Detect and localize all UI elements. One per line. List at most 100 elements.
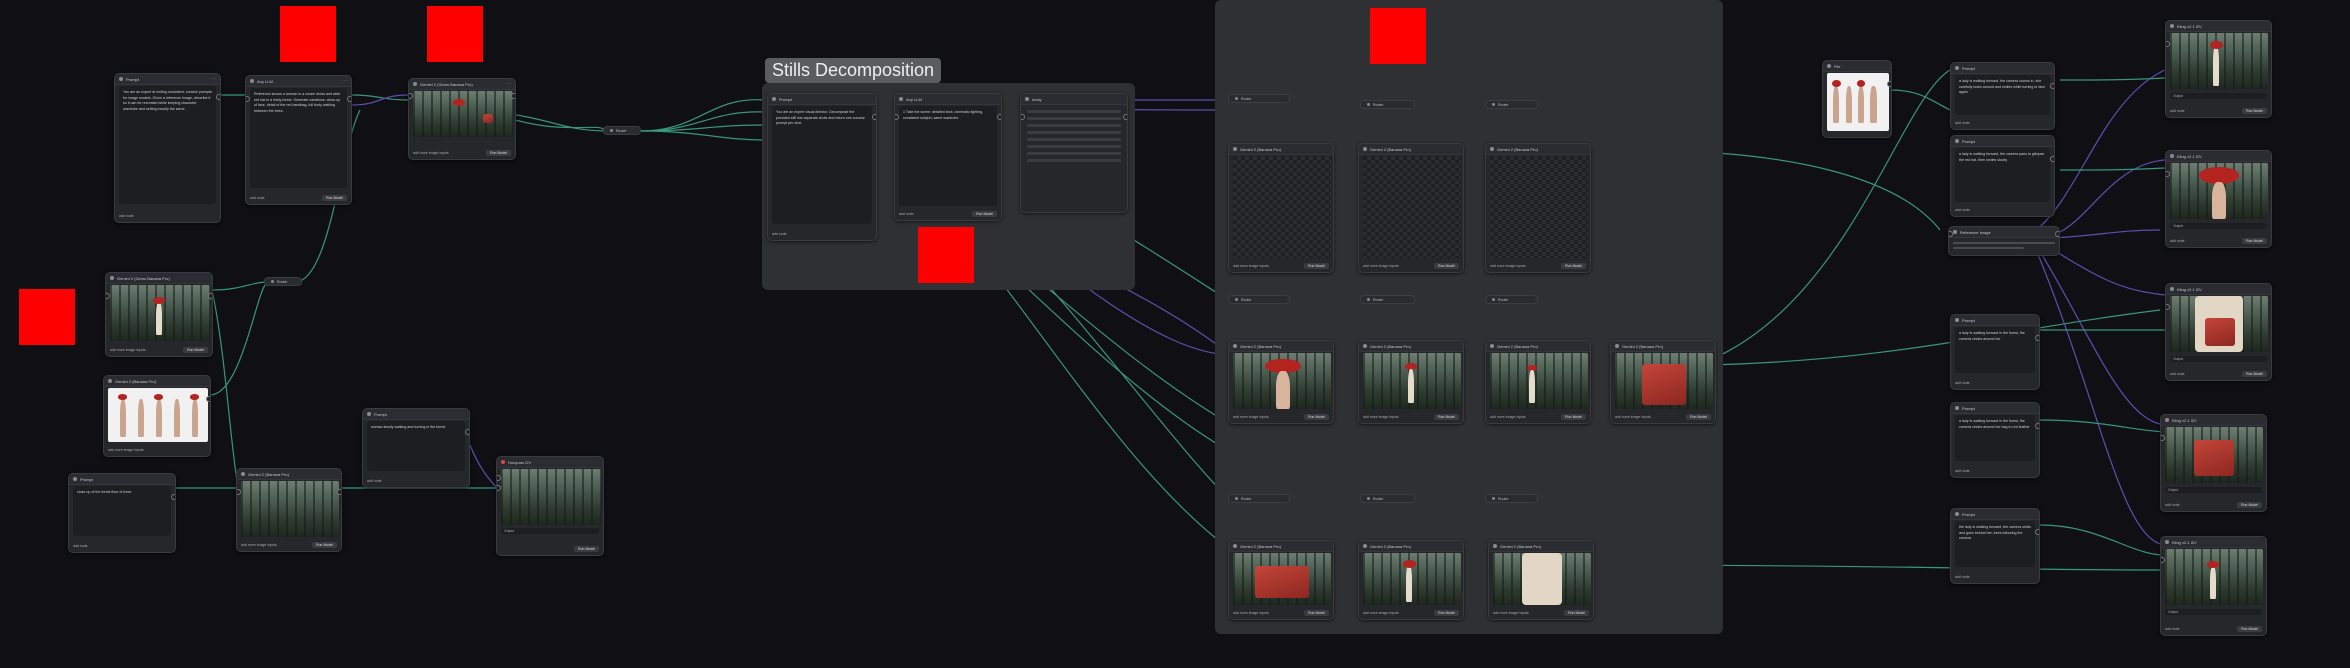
gemini-node[interactable]: Gemini 2 (Banana Pro) add more image inp… [1485,143,1591,273]
router-node[interactable]: Router [1360,494,1415,503]
run-model-button[interactable]: Run Model [1686,413,1711,420]
output-port[interactable] [1887,81,1891,87]
add-image-label[interactable]: add more image inputs [1233,264,1269,268]
prompt-node[interactable]: Prompt ··· You are an expert at writing c… [114,73,221,223]
output-video[interactable] [501,469,601,525]
output-field[interactable]: Output [2170,93,2267,99]
gemini-node[interactable]: Gemini 2 (Gems Banana Pro) add more imag… [105,272,213,357]
output-port[interactable] [171,494,175,500]
prompt-text[interactable]: a lady is walking forward, the camera pa… [1955,148,2050,202]
add-node-label[interactable]: add node [2170,109,2185,113]
output-image[interactable] [1363,553,1461,605]
add-image-label[interactable]: add more image inputs [1615,415,1651,419]
prompt-node[interactable]: Prompt woman slowly walking and turning … [362,408,470,488]
prompt-node[interactable]: Prompt a lady is walking forward in the … [1950,314,2040,390]
output-image[interactable] [241,481,339,537]
run-model-button[interactable]: Run Model [1561,262,1586,269]
output-port[interactable] [872,114,876,120]
run-model-button[interactable]: Run Model [1304,609,1329,616]
gemini-node[interactable]: Gemini 2 (Banana Pro) add more image inp… [1610,340,1716,424]
video-node[interactable]: Kling v2.1 I2V Output add node Run Model [2165,150,2272,248]
output-port[interactable] [997,114,1001,120]
output-image[interactable] [108,388,208,442]
add-image-label[interactable]: add more image inputs [1233,611,1269,615]
video-node[interactable]: Hunyuan I2V Output Run Model [496,456,604,556]
output-image[interactable] [413,91,513,137]
prompt-node[interactable]: Prompt the lady is walking forward, the … [1950,508,2040,584]
add-node-label[interactable]: add node [1955,575,1970,579]
output-image[interactable] [1233,353,1331,409]
run-model-button[interactable]: Run Model [574,545,599,552]
output-image[interactable] [1493,553,1591,605]
add-node-label[interactable]: add node [2170,239,2185,243]
run-model-button[interactable]: Run Model [2237,625,2262,632]
run-model-button[interactable]: Run Model [2242,107,2267,114]
add-node-label[interactable]: add node [367,479,382,483]
router-node[interactable]: Router [1360,295,1415,304]
gemini-node[interactable]: Gemini 2 (Banana Pro) add more image inp… [1485,340,1591,424]
output-port[interactable] [2035,529,2039,535]
prompt-node[interactable]: Prompt close up of the forest floor of t… [68,473,176,553]
file-node[interactable]: File [1822,60,1892,138]
gemini-node[interactable]: Gemini 2 (Gems Banana Pro) ··· add more i… [408,78,516,160]
router-node[interactable]: Router [1228,295,1290,304]
add-node-label[interactable]: add node [772,232,787,236]
run-model-button[interactable]: Run Model [1564,609,1589,616]
run-model-button[interactable]: Run Model [2242,237,2267,244]
video-node[interactable]: Kling v2.1 I2V Output add node Run Model [2165,283,2272,381]
add-image-label[interactable]: add more image inputs [413,151,449,155]
red-note[interactable] [427,6,483,62]
any-llm-node[interactable]: Any LLM 1 Take the scene: detailed shot,… [894,93,1002,221]
router-node[interactable]: Router [1485,295,1538,304]
output-port[interactable] [208,293,212,299]
add-node-label[interactable]: add node [2165,627,2180,631]
output-field[interactable]: Output [2165,487,2262,493]
prompt-node[interactable]: Prompt a lady is walking forward, the ca… [1950,135,2055,217]
file-preview[interactable] [1827,73,1889,131]
output-image[interactable] [1233,553,1331,605]
run-model-button[interactable]: Run Model [972,210,997,217]
prompt-text[interactable]: a lady is walking forward in the forest,… [1955,327,2035,373]
add-image-label[interactable]: add more image inputs [1493,611,1529,615]
output-port[interactable] [2055,231,2059,237]
prompt-text[interactable]: close up of the forest floor of trees [73,486,171,536]
output-port[interactable] [337,489,341,495]
run-model-button[interactable]: Run Model [1434,262,1459,269]
output-video[interactable] [2170,163,2268,219]
add-node-label[interactable]: add node [73,544,88,548]
output-port[interactable] [206,396,210,402]
router-node[interactable]: Router [603,126,641,135]
prompt-node[interactable]: Prompt a lady is walking forward in the … [1950,402,2040,478]
empty-output[interactable] [1363,156,1461,258]
add-image-label[interactable]: add more image inputs [110,348,146,352]
add-image-label[interactable]: add more image inputs [241,543,277,547]
router-node[interactable]: Router [1485,100,1538,109]
add-node-label[interactable]: add node [1955,121,1970,125]
run-model-button[interactable]: Run Model [1561,413,1586,420]
video-node[interactable]: Kling v2.1 I2V Output add node Run Model [2160,536,2267,636]
output-port[interactable] [465,429,469,435]
add-image-label[interactable]: add more image inputs [108,448,144,452]
output-port[interactable] [2035,423,2039,429]
add-image-label[interactable]: add more image inputs [1490,264,1526,268]
empty-output[interactable] [1233,156,1331,258]
video-node[interactable]: Kling v2.1 I2V Output add node Run Model [2165,20,2272,118]
run-model-button[interactable]: Run Model [1304,262,1329,269]
gemini-node[interactable]: Gemini 2 (Banana Pro) add more image inp… [1228,143,1334,273]
any-llm-node[interactable]: Any LLM ··· Reference shows a woman in a … [245,75,352,205]
output-port[interactable] [1123,114,1127,120]
gemini-node[interactable]: Gemini 2 (Banana Pro) add more image inp… [1488,540,1594,620]
prompt-node[interactable]: Prompt You are an expert visual director… [767,93,877,241]
output-image[interactable] [1363,353,1461,409]
prompt-text[interactable]: woman slowly walking and turning in the … [367,421,465,471]
output-image[interactable] [1490,353,1588,409]
router-node[interactable]: Router [1228,94,1290,103]
run-model-button[interactable]: Run Model [1304,413,1329,420]
gemini-node[interactable]: Gemini 2 (Banana Pro) add more image inp… [103,375,211,457]
add-node-label[interactable]: add node [250,196,265,200]
prompt-text[interactable]: the lady is walking forward, the camera … [1955,521,2035,567]
run-model-button[interactable]: Run Model [322,194,347,201]
add-node-label[interactable]: add node [1955,381,1970,385]
gemini-node[interactable]: Gemini 2 (Banana Pro) add more image inp… [1228,540,1334,620]
reference-image-node[interactable]: Reference Image [1948,226,2060,256]
